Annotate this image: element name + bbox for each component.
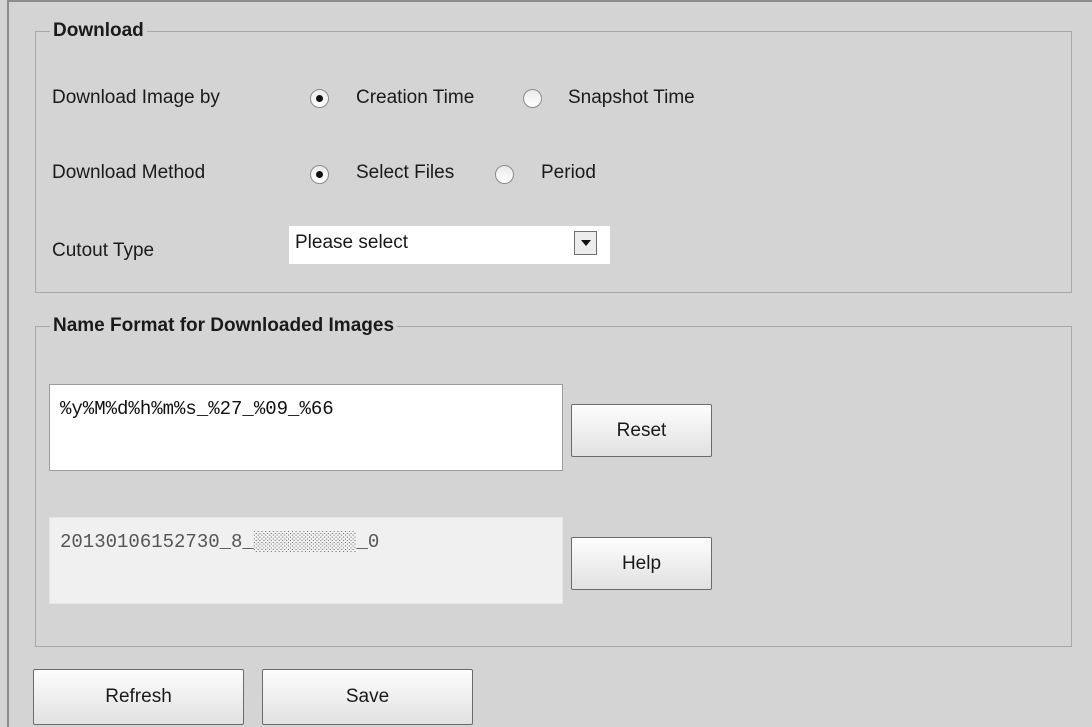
save-button-label: Save <box>345 686 390 707</box>
creation-time-radio[interactable] <box>310 89 329 108</box>
refresh-button-label: Refresh <box>105 686 172 707</box>
period-label[interactable]: Period <box>541 162 596 184</box>
period-radio[interactable] <box>495 165 514 184</box>
dropdown-arrow-icon[interactable] <box>574 231 597 255</box>
cutout-type-label: Cutout Type <box>52 240 155 261</box>
download-image-by-label: Download Image by <box>52 87 220 108</box>
download-method-label: Download Method <box>52 162 206 183</box>
reset-button-label: Reset <box>616 420 667 441</box>
help-button[interactable]: Help <box>571 537 712 590</box>
save-button[interactable]: Save <box>262 669 473 725</box>
creation-time-label[interactable]: Creation Time <box>356 87 474 109</box>
cutout-type-value: Please select <box>295 232 409 253</box>
name-format-preview: 20130106152730_8_░░░░░░░░░_0 <box>49 517 563 604</box>
snapshot-time-radio[interactable] <box>523 89 542 108</box>
select-files-radio[interactable] <box>310 165 329 184</box>
name-format-legend: Name Format for Downloaded Images <box>53 315 395 336</box>
help-button-label: Help <box>621 553 662 574</box>
snapshot-time-label[interactable]: Snapshot Time <box>568 87 695 109</box>
cutout-type-select[interactable]: Please select <box>289 226 610 264</box>
select-files-label[interactable]: Select Files <box>356 162 454 184</box>
reset-button[interactable]: Reset <box>571 404 712 457</box>
download-legend: Download <box>53 20 144 41</box>
refresh-button[interactable]: Refresh <box>33 669 244 725</box>
name-format-input[interactable]: %y%M%d%h%m%s_%27_%09_%66 <box>49 384 563 471</box>
